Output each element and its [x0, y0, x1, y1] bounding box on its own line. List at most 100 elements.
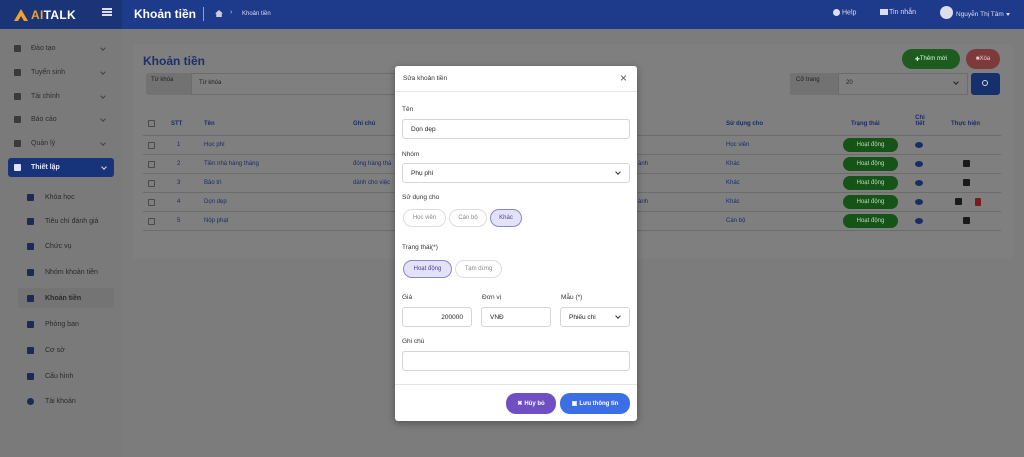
keyword-input[interactable]: Từ khóa: [191, 73, 396, 95]
row-note: dành cho việc: [353, 180, 391, 186]
search-button[interactable]: [971, 73, 1000, 95]
row-checkbox[interactable]: [148, 218, 155, 225]
row-name[interactable]: Học phí: [204, 142, 225, 148]
col-note[interactable]: Ghi chú: [353, 121, 375, 127]
eye-icon[interactable]: [915, 199, 923, 205]
sidebar-item-bao-cao[interactable]: Báo cáo: [0, 110, 122, 129]
row-name[interactable]: Dọn dẹp: [204, 199, 227, 205]
close-icon[interactable]: ×: [620, 72, 630, 84]
row-checkbox[interactable]: [148, 161, 155, 168]
help-link[interactable]: Help: [833, 9, 856, 16]
sidebar-sub-chuc-vu[interactable]: Chức vụ: [18, 236, 114, 256]
row-checkbox[interactable]: [148, 180, 155, 187]
row-name[interactable]: Tiền nhà hàng tháng: [204, 161, 259, 167]
sidebar-sub-phong-ban[interactable]: Phòng ban: [18, 314, 114, 334]
menu-toggle-icon[interactable]: [102, 8, 112, 16]
sidebar-sub-label: Tiêu chí đánh giá: [45, 217, 99, 225]
edit-icon[interactable]: [955, 198, 962, 205]
sidebar-sub-cau-hinh[interactable]: Cấu hình: [18, 366, 114, 386]
list-icon: [27, 294, 34, 302]
cancel-button[interactable]: ✖ Hủy bỏ: [506, 393, 556, 414]
org-chart-icon: [27, 320, 34, 328]
sidebar-sub-label: Khóa học: [45, 193, 75, 201]
close-icon: ✖: [517, 401, 523, 407]
note-field[interactable]: [402, 351, 630, 371]
sidebar-sub-tai-khoan[interactable]: Tài khoản: [18, 391, 114, 411]
usage-option-can-bo[interactable]: Cán bộ: [449, 209, 487, 227]
sidebar-item-label: Tuyển sinh: [31, 69, 65, 76]
usage-option-hoc-vien[interactable]: Học viên: [403, 209, 446, 227]
row-stt: 4: [177, 199, 181, 205]
status-option-active[interactable]: Hoạt động: [403, 260, 452, 278]
page-size-select[interactable]: 20: [838, 73, 968, 95]
template-select[interactable]: Phiếu chi: [560, 307, 630, 327]
messages-label: Tin nhắn: [889, 9, 916, 16]
col-usage[interactable]: Sử dụng cho: [726, 121, 763, 127]
trash-icon[interactable]: [975, 198, 981, 206]
sidebar-item-label: Tài chính: [31, 93, 60, 100]
row-usage: Khác: [726, 180, 740, 186]
user-menu[interactable]: Nguyễn Thị Tâm: [956, 11, 1010, 18]
template-label: Mẫu (*): [561, 294, 583, 301]
gears-icon: [14, 164, 21, 171]
chevron-down-icon: [615, 169, 621, 175]
delete-button[interactable]: ■ Xóa: [966, 49, 1000, 69]
eye-icon[interactable]: [915, 161, 923, 167]
row-usage: Học viên: [726, 142, 750, 148]
sidebar-sub-label: Chức vụ: [45, 242, 72, 250]
col-status[interactable]: Trạng thái: [851, 121, 880, 127]
avatar[interactable]: [940, 6, 953, 19]
logo-icon: [14, 8, 28, 21]
sidebar-item-thiet-lap[interactable]: Thiết lập: [8, 158, 114, 177]
messages-link[interactable]: Tin nhắn: [880, 9, 916, 16]
book-icon: [27, 193, 34, 201]
group-select[interactable]: Phụ phí: [402, 163, 630, 183]
status-badge: Hoạt động: [843, 176, 898, 190]
sidebar-item-tai-chinh[interactable]: Tài chính: [0, 87, 122, 106]
edit-icon[interactable]: [963, 160, 970, 167]
sidebar-sub-label: Cơ sở: [45, 346, 65, 354]
name-field[interactable]: Dọn dẹp: [402, 119, 630, 139]
row-checkbox[interactable]: [148, 199, 155, 206]
status-badge: Hoạt động: [843, 195, 898, 209]
sidebar-sub-label: Cấu hình: [45, 372, 74, 380]
logo-prefix: AI: [31, 7, 44, 22]
chevron-right-icon: ›: [230, 9, 233, 16]
status-option-paused[interactable]: Tạm dừng: [455, 260, 502, 278]
sidebar-sub-tieu-chi[interactable]: Tiêu chí đánh giá: [18, 211, 114, 231]
col-name[interactable]: Tên: [204, 121, 215, 127]
col-stt[interactable]: STT: [171, 121, 182, 127]
sidebar-item-tuyen-sinh[interactable]: Tuyển sinh: [0, 63, 122, 82]
eye-icon[interactable]: [915, 180, 923, 186]
eye-icon[interactable]: [915, 218, 923, 224]
unit-field[interactable]: VNĐ: [481, 307, 551, 327]
sidebar-sub-label: Tài khoản: [45, 397, 76, 405]
sidebar-item-quan-ly[interactable]: Quản lý: [0, 134, 122, 153]
row-checkbox[interactable]: [148, 142, 155, 149]
add-button[interactable]: ✚ Thêm mới: [902, 49, 960, 69]
sidebar-sub-co-so[interactable]: Cơ sở: [18, 340, 114, 360]
sidebar-item-dao-tao[interactable]: Đào tạo: [0, 39, 122, 58]
row-name[interactable]: Nộp phạt: [204, 218, 228, 224]
col-detail: Chi tiết: [915, 115, 925, 127]
breadcrumb-divider: [203, 7, 204, 21]
sidebar-sub-khoa-hoc[interactable]: Khóa học: [18, 187, 114, 207]
sidebar-sub-khoan-tien[interactable]: Khoản tiền: [18, 288, 114, 308]
page-size-label: Cỡ trang: [790, 73, 838, 95]
edit-icon[interactable]: [963, 179, 970, 186]
save-button[interactable]: ▣ Lưu thông tin: [560, 393, 630, 414]
price-field[interactable]: 200000: [402, 307, 472, 327]
sidebar-sub-nhom-khoan-tien[interactable]: Nhóm khoản tiền: [18, 262, 114, 282]
row-usage: Khác: [726, 199, 740, 205]
report-icon: [14, 116, 21, 123]
unit-label: Đơn vị: [482, 294, 502, 301]
usage-option-khac[interactable]: Khác: [490, 209, 522, 227]
eye-icon[interactable]: [915, 142, 923, 148]
usage-label: Sử dụng cho: [402, 194, 440, 201]
select-all-checkbox[interactable]: [148, 120, 155, 127]
row-name[interactable]: Bảo trì: [204, 180, 222, 186]
row-stt: 5: [177, 218, 181, 224]
caret-down-icon: [1005, 12, 1010, 16]
row-note: đóng hàng thá: [353, 161, 392, 167]
edit-icon[interactable]: [963, 217, 970, 224]
